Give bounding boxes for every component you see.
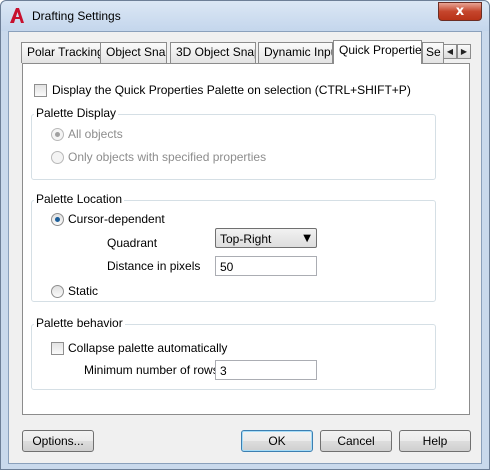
- window-title: Drafting Settings: [32, 9, 121, 23]
- display-palette-checkbox[interactable]: [34, 84, 47, 97]
- dialog-client-area: Polar Tracking Object Snap 3D Object Sna…: [8, 31, 482, 464]
- palette-display-group: [31, 114, 436, 180]
- drafting-settings-window: Drafting Settings x Polar Tracking Objec…: [0, 0, 490, 470]
- palette-display-title: Palette Display: [34, 106, 119, 120]
- all-objects-radio[interactable]: [51, 128, 64, 141]
- distance-value: 50: [220, 260, 234, 274]
- all-objects-label[interactable]: All objects: [68, 127, 123, 141]
- collapse-palette-checkbox[interactable]: [51, 342, 64, 355]
- specified-properties-radio[interactable]: [51, 151, 64, 164]
- static-label[interactable]: Static: [68, 284, 98, 298]
- help-button[interactable]: Help: [399, 430, 471, 452]
- tab-object-snap[interactable]: Object Snap: [100, 42, 167, 63]
- min-rows-value: 3: [220, 364, 227, 378]
- tab-quick-properties[interactable]: Quick Properties: [333, 40, 422, 64]
- tab-3d-object-snap[interactable]: 3D Object Snap: [170, 42, 256, 63]
- min-rows-input[interactable]: 3: [215, 360, 317, 380]
- options-button[interactable]: Options...: [22, 430, 94, 452]
- title-bar[interactable]: Drafting Settings x: [1, 1, 489, 31]
- tab-scroll-right-icon[interactable]: ▶: [457, 44, 471, 59]
- cursor-dependent-radio[interactable]: [51, 213, 64, 226]
- quadrant-label: Quadrant: [107, 236, 158, 250]
- specified-properties-label[interactable]: Only objects with specified properties: [68, 150, 266, 164]
- collapse-palette-label[interactable]: Collapse palette automatically: [68, 341, 227, 355]
- tab-polar-tracking[interactable]: Polar Tracking: [21, 42, 101, 63]
- ok-button[interactable]: OK: [241, 430, 313, 452]
- quadrant-dropdown[interactable]: Top-Right ▼: [215, 228, 317, 248]
- min-rows-label: Minimum number of rows: [84, 363, 219, 377]
- quick-properties-panel: Display the Quick Properties Palette on …: [22, 63, 470, 415]
- tab-scroll-left-icon[interactable]: ◀: [443, 44, 457, 59]
- palette-behavior-title: Palette behavior: [34, 316, 125, 330]
- cursor-dependent-label[interactable]: Cursor-dependent: [68, 212, 165, 226]
- quadrant-value: Top-Right: [220, 232, 272, 246]
- cancel-button[interactable]: Cancel: [320, 430, 392, 452]
- chevron-down-icon: ▼: [303, 233, 311, 244]
- static-radio[interactable]: [51, 285, 64, 298]
- palette-location-title: Palette Location: [34, 192, 125, 206]
- distance-label: Distance in pixels: [107, 259, 201, 273]
- tab-dynamic-input[interactable]: Dynamic Input: [258, 42, 333, 63]
- autocad-logo-icon: [10, 8, 24, 23]
- display-palette-label[interactable]: Display the Quick Properties Palette on …: [52, 83, 411, 97]
- close-button[interactable]: x: [438, 2, 482, 21]
- tab-selection-cycling[interactable]: Se: [422, 42, 444, 63]
- distance-input[interactable]: 50: [215, 256, 317, 276]
- palette-behavior-group: [31, 324, 436, 390]
